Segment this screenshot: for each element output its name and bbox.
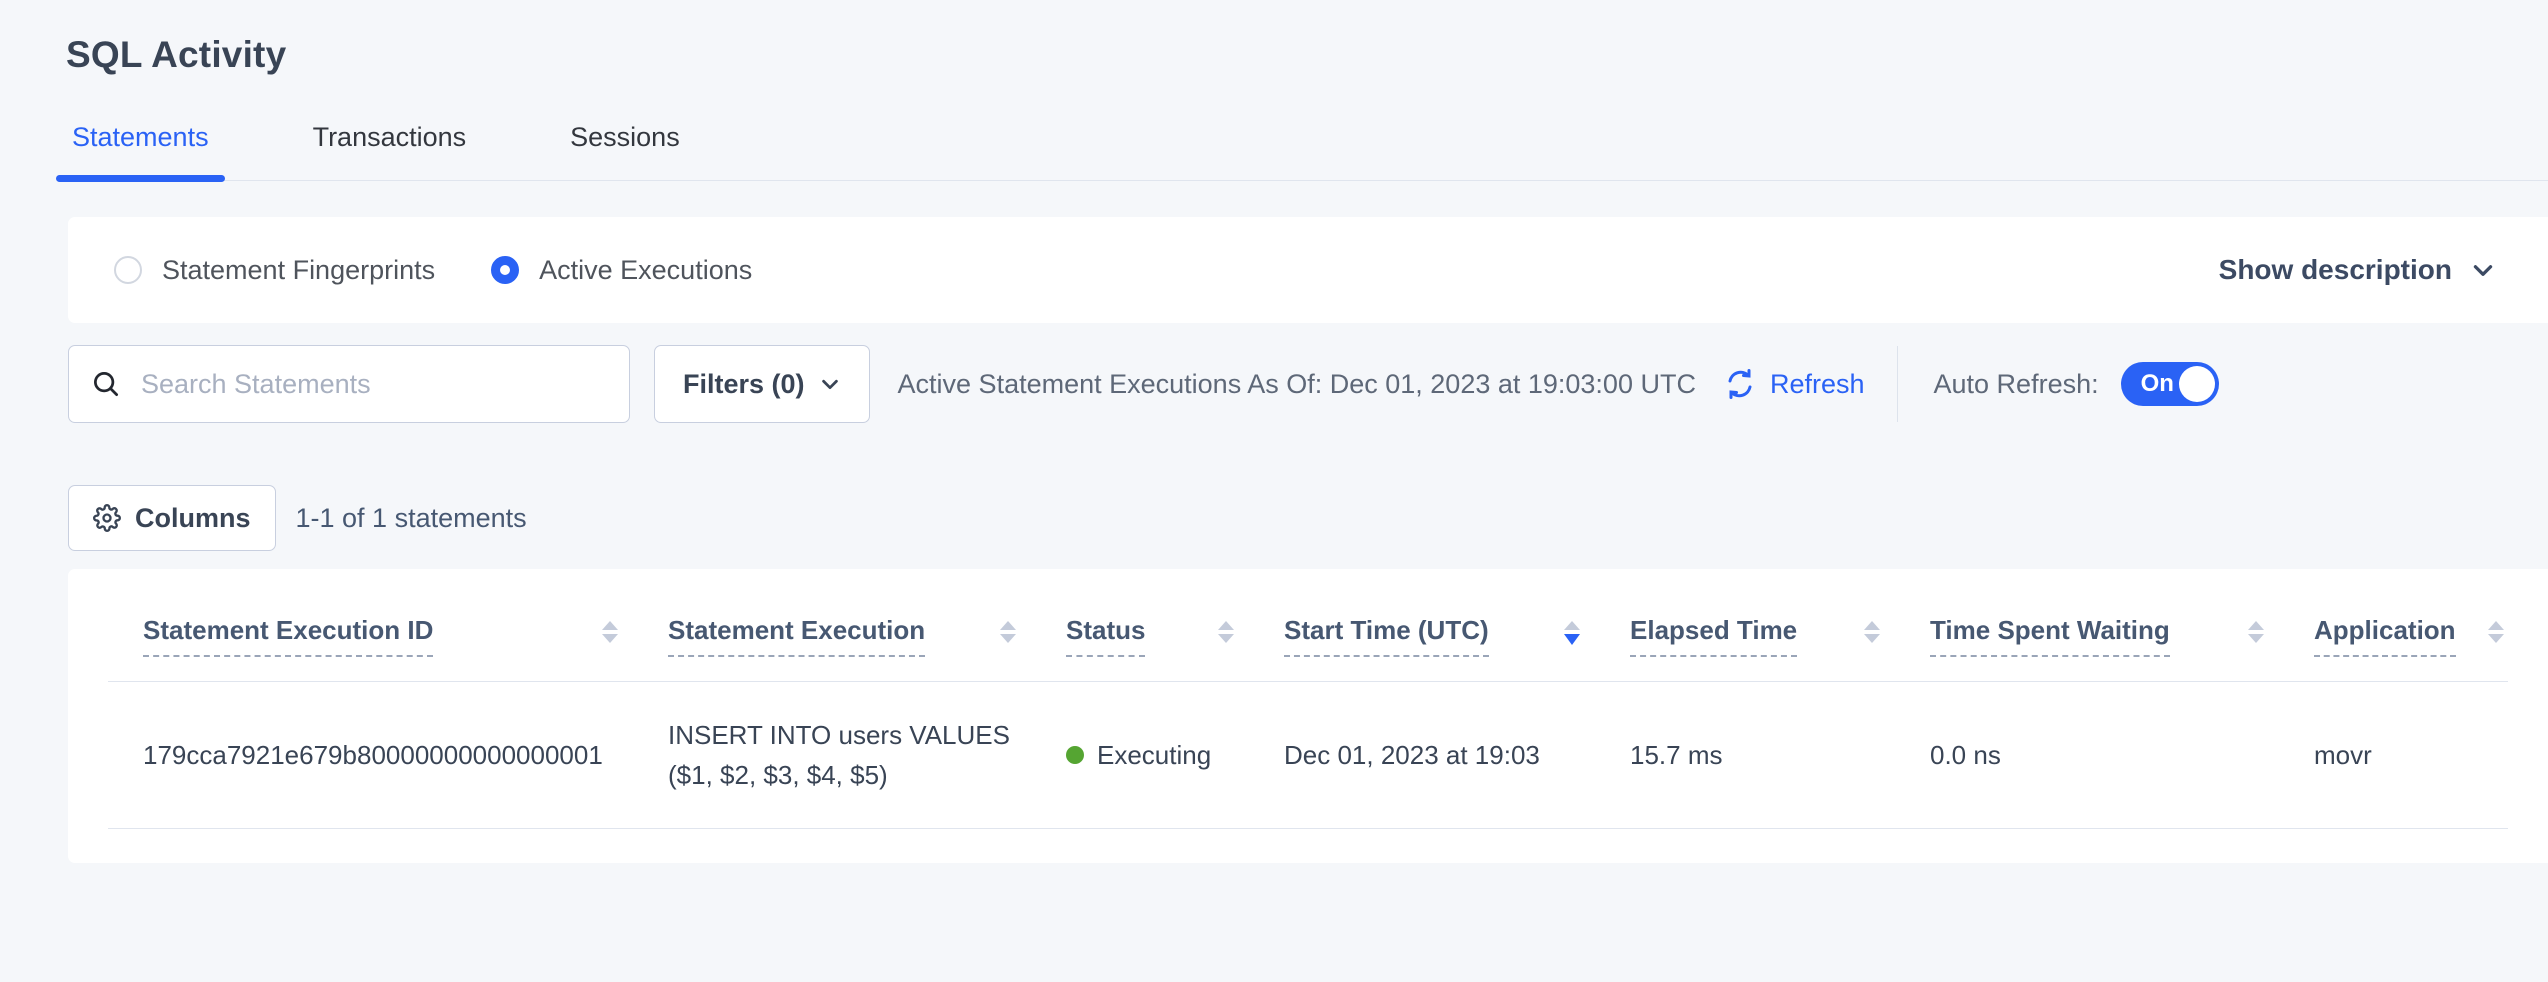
auto-refresh-toggle[interactable]: On xyxy=(2121,362,2219,406)
radio-label: Statement Fingerprints xyxy=(162,255,435,286)
status-badge: Executing xyxy=(1097,740,1211,771)
refresh-label: Refresh xyxy=(1770,369,1865,400)
statements-toolbar: Filters (0) Active Statement Executions … xyxy=(68,345,2548,423)
status-dot-green xyxy=(1066,746,1084,764)
cell-status: Executing xyxy=(1066,682,1284,828)
chevron-down-icon xyxy=(819,373,841,395)
result-count: 1-1 of 1 statements xyxy=(296,503,527,534)
view-mode-card: Statement Fingerprints Active Executions… xyxy=(68,217,2548,323)
show-description-label: Show description xyxy=(2219,254,2452,286)
refresh-icon xyxy=(1722,366,1758,402)
radio-active-executions[interactable]: Active Executions xyxy=(491,255,752,286)
col-header-elapsed-time[interactable]: Elapsed Time xyxy=(1630,585,1930,681)
cell-application: movr xyxy=(2314,682,2508,828)
table-row[interactable]: 179cca7921e679b80000000000000001 INSERT … xyxy=(108,682,2508,829)
gear-icon xyxy=(93,504,121,532)
radio-circle-unselected[interactable] xyxy=(114,256,142,284)
auto-refresh-control: Auto Refresh: On xyxy=(1934,362,2219,406)
as-of-timestamp: Active Statement Executions As Of: Dec 0… xyxy=(898,369,1696,400)
tab-statements[interactable]: Statements xyxy=(68,122,213,180)
cell-execution-id: 179cca7921e679b80000000000000001 xyxy=(108,682,668,828)
radio-circle-selected[interactable] xyxy=(491,256,519,284)
sort-icon[interactable] xyxy=(2488,621,2504,643)
show-description-toggle[interactable]: Show description xyxy=(2219,254,2496,286)
col-header-time-spent-waiting[interactable]: Time Spent Waiting xyxy=(1930,585,2314,681)
auto-refresh-label: Auto Refresh: xyxy=(1934,369,2099,400)
columns-button[interactable]: Columns xyxy=(68,485,276,551)
sort-icon[interactable] xyxy=(602,621,618,643)
col-header-start-time[interactable]: Start Time (UTC) xyxy=(1284,585,1630,681)
sort-icon[interactable] xyxy=(1864,621,1880,643)
columns-button-label: Columns xyxy=(135,503,251,534)
cell-statement[interactable]: INSERT INTO users VALUES ($1, $2, $3, $4… xyxy=(668,682,1066,828)
table-controls: Columns 1-1 of 1 statements xyxy=(68,485,2548,551)
col-header-status[interactable]: Status xyxy=(1066,585,1284,681)
sort-icon-active[interactable] xyxy=(1564,621,1580,645)
statements-table-card: Statement Execution ID Statement Executi… xyxy=(68,569,2548,863)
radio-label: Active Executions xyxy=(539,255,752,286)
refresh-button[interactable]: Refresh xyxy=(1722,366,1865,402)
tab-bar: Statements Transactions Sessions xyxy=(68,122,2548,181)
cell-time-spent-waiting: 0.0 ns xyxy=(1930,682,2314,828)
search-input[interactable] xyxy=(139,368,607,401)
col-header-statement-execution[interactable]: Statement Execution xyxy=(668,585,1066,681)
page-title: SQL Activity xyxy=(0,0,2548,76)
sort-icon[interactable] xyxy=(1000,621,1016,643)
col-header-application[interactable]: Application xyxy=(2314,585,2508,681)
cell-start-time: Dec 01, 2023 at 19:03 xyxy=(1284,682,1630,828)
sort-icon[interactable] xyxy=(1218,621,1234,643)
sql-activity-page: SQL Activity Statements Transactions Ses… xyxy=(0,0,2548,982)
chevron-down-icon xyxy=(2470,257,2496,283)
view-mode-radio-group: Statement Fingerprints Active Executions xyxy=(114,255,752,286)
filters-label: Filters (0) xyxy=(683,369,805,400)
filters-button[interactable]: Filters (0) xyxy=(654,345,870,423)
search-box[interactable] xyxy=(68,345,630,423)
tab-transactions[interactable]: Transactions xyxy=(309,122,471,180)
tab-sessions[interactable]: Sessions xyxy=(566,122,684,180)
table-header-row: Statement Execution ID Statement Executi… xyxy=(108,585,2508,682)
toggle-knob[interactable] xyxy=(2179,366,2215,402)
col-header-statement-execution-id[interactable]: Statement Execution ID xyxy=(108,585,668,681)
sort-icon[interactable] xyxy=(2248,621,2264,643)
search-icon xyxy=(91,369,121,399)
toggle-state-label: On xyxy=(2141,370,2174,398)
toolbar-divider xyxy=(1897,346,1898,422)
cell-elapsed-time: 15.7 ms xyxy=(1630,682,1930,828)
radio-statement-fingerprints[interactable]: Statement Fingerprints xyxy=(114,255,435,286)
